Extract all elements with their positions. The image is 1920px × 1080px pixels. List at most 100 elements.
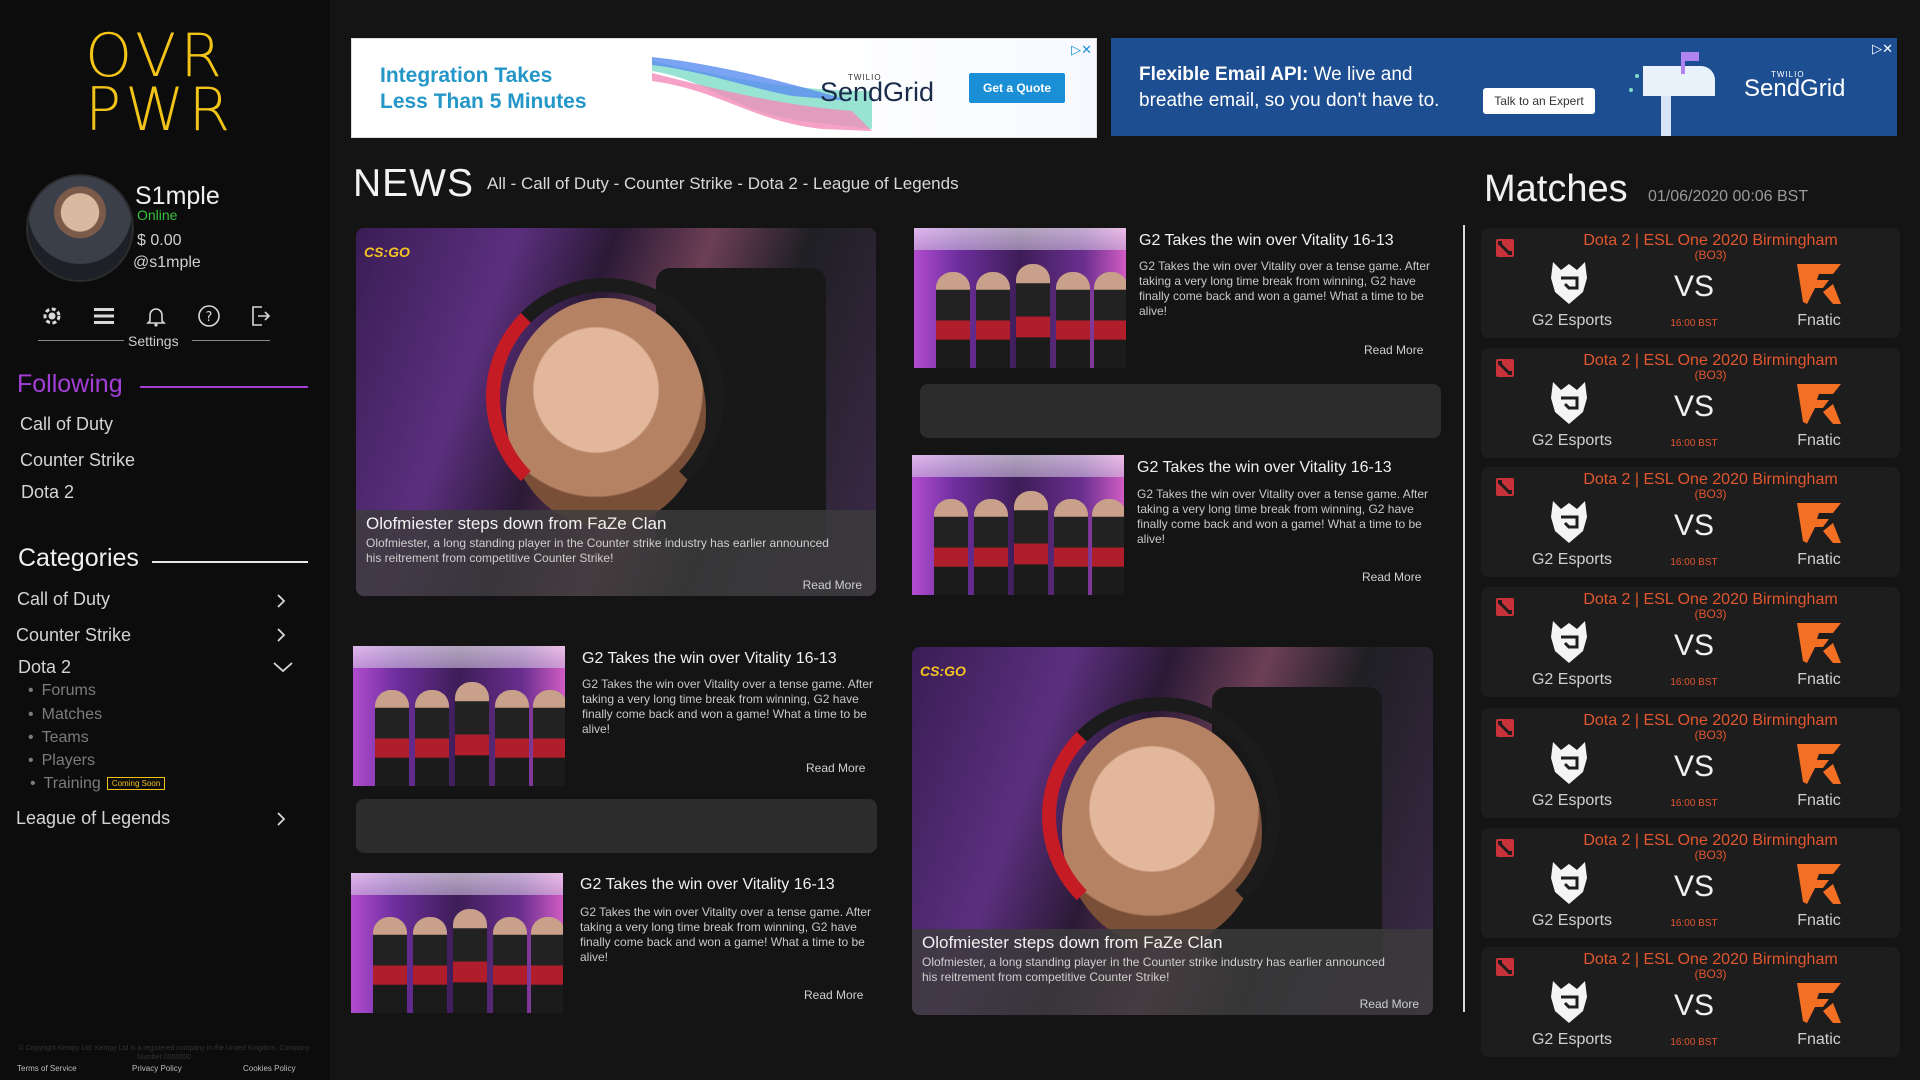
news-filter-call-of-duty[interactable]: Call of Duty bbox=[521, 174, 609, 193]
ad-banner-sendgrid-2[interactable]: ▷✕ Flexible Email API: We live and breat… bbox=[1111, 38, 1897, 136]
team-2-name: Fnatic bbox=[1797, 1031, 1841, 1048]
team-2-name: Fnatic bbox=[1797, 792, 1841, 809]
dota-sub-training[interactable]: Training Coming Soon bbox=[30, 775, 166, 793]
read-more-link[interactable]: Read More bbox=[1362, 570, 1421, 584]
menu-icon[interactable] bbox=[92, 304, 116, 332]
match-card[interactable]: Dota 2 | ESL One 2020 Birmingham (BO3) V… bbox=[1481, 228, 1900, 338]
news-card-title[interactable]: G2 Takes the win over Vitality 16-13 bbox=[1137, 459, 1392, 477]
user-status: Online bbox=[137, 207, 178, 223]
ad-close-icon[interactable]: ▷✕ bbox=[1872, 41, 1893, 57]
match-time: 16:00 BST bbox=[1670, 918, 1718, 929]
read-more-link[interactable]: Read More bbox=[804, 988, 863, 1002]
dota-sub-players[interactable]: Players bbox=[28, 752, 95, 770]
category-league-of-legends[interactable]: League of Legends bbox=[16, 808, 170, 829]
help-icon[interactable]: ? bbox=[197, 304, 221, 332]
category-counter-strike[interactable]: Counter Strike bbox=[16, 625, 131, 646]
category-call-of-duty[interactable]: Call of Duty bbox=[17, 589, 110, 610]
ad-headline-line-2: Less Than 5 Minutes bbox=[380, 90, 587, 113]
news-card-title[interactable]: G2 Takes the win over Vitality 16-13 bbox=[580, 876, 835, 894]
ad-cta-button[interactable]: Talk to an Expert bbox=[1483, 88, 1595, 114]
filter-separator: - bbox=[797, 174, 813, 193]
avatar[interactable] bbox=[26, 174, 134, 282]
news-thumbnail[interactable] bbox=[351, 873, 563, 1013]
match-card[interactable]: Dota 2 | ESL One 2020 Birmingham (BO3) V… bbox=[1481, 348, 1900, 458]
privacy-link[interactable]: Privacy Policy bbox=[132, 1064, 182, 1073]
g2-esports-logo bbox=[1551, 501, 1587, 543]
match-time: 16:00 BST bbox=[1670, 318, 1718, 329]
following-item-call-of-duty[interactable]: Call of Duty bbox=[20, 414, 113, 435]
dota-sub-teams[interactable]: Teams bbox=[28, 729, 89, 747]
read-more-link[interactable]: Read More bbox=[803, 578, 862, 592]
news-thumbnail[interactable] bbox=[914, 228, 1126, 368]
following-item-dota-2[interactable]: Dota 2 bbox=[21, 482, 74, 503]
ad-headline-line-2: breathe email, so you don't have to. bbox=[1139, 90, 1440, 111]
bell-icon[interactable] bbox=[144, 304, 168, 332]
chevron-down-icon[interactable] bbox=[273, 660, 293, 674]
news-card-description: G2 Takes the win over Vitality over a te… bbox=[1137, 487, 1429, 546]
news-filter-dota-2[interactable]: Dota 2 bbox=[748, 174, 798, 193]
headset-shape bbox=[1042, 697, 1280, 935]
chevron-right-icon[interactable] bbox=[274, 594, 288, 608]
player-shape bbox=[413, 917, 447, 1013]
chevron-right-icon[interactable] bbox=[274, 628, 288, 642]
logout-icon[interactable] bbox=[248, 304, 272, 332]
match-card[interactable]: Dota 2 | ESL One 2020 Birmingham (BO3) V… bbox=[1481, 708, 1900, 818]
settings-label: Settings bbox=[128, 333, 179, 349]
player-shape bbox=[453, 909, 487, 1013]
news-filter-league-of-legends[interactable]: League of Legends bbox=[813, 174, 959, 193]
mailbox-icon bbox=[1629, 52, 1715, 136]
ad-headline-rest: We live and bbox=[1308, 64, 1413, 85]
player-shape bbox=[974, 499, 1008, 595]
read-more-link[interactable]: Read More bbox=[806, 761, 865, 775]
fnatic-logo bbox=[1797, 623, 1841, 663]
player-shape bbox=[375, 690, 409, 786]
ad-headline-bold: Flexible Email API: bbox=[1139, 64, 1309, 85]
cookies-link[interactable]: Cookies Policy bbox=[243, 1064, 295, 1073]
fnatic-logo bbox=[1797, 983, 1841, 1023]
player-shape bbox=[495, 690, 529, 786]
news-filter-counter-strike[interactable]: Counter Strike bbox=[624, 174, 733, 193]
news-card-title[interactable]: G2 Takes the win over Vitality 16-13 bbox=[582, 650, 837, 668]
ad-cta-button[interactable]: Get a Quote bbox=[969, 73, 1065, 103]
ovrpwr-logo[interactable]: OVR PWR bbox=[85, 26, 245, 140]
sidebar: OVR PWR S1mple Online $ 0.00 @s1mple ? S… bbox=[0, 0, 330, 1080]
category-dota-2[interactable]: Dota 2 bbox=[18, 657, 71, 678]
team-1-name: G2 Esports bbox=[1531, 792, 1613, 809]
news-thumbnail[interactable] bbox=[353, 646, 565, 786]
copyright-text: © Copyright Kempy Ltd. Kempy Ltd is a re… bbox=[18, 1045, 310, 1061]
ad-close-icon[interactable]: ▷✕ bbox=[1071, 42, 1092, 58]
match-card[interactable]: Dota 2 | ESL One 2020 Birmingham (BO3) V… bbox=[1481, 828, 1900, 938]
match-time: 16:00 BST bbox=[1670, 1037, 1718, 1048]
ad-headline: Flexible Email API: We live and breathe … bbox=[1139, 62, 1439, 114]
dota-sub-matches[interactable]: Matches bbox=[28, 706, 102, 724]
match-card[interactable]: Dota 2 | ESL One 2020 Birmingham (BO3) V… bbox=[1481, 587, 1900, 697]
following-item-counter-strike[interactable]: Counter Strike bbox=[20, 450, 135, 471]
chevron-right-icon[interactable] bbox=[274, 812, 288, 826]
read-more-link[interactable]: Read More bbox=[1360, 997, 1419, 1011]
team-1-name: G2 Esports bbox=[1531, 912, 1613, 929]
versus-label: VS bbox=[1673, 870, 1715, 903]
news-description: Olofmiester, a long standing player in t… bbox=[366, 536, 829, 565]
news-title-text: Olofmiester steps down from FaZe Clan bbox=[922, 933, 1223, 952]
g2-esports-logo bbox=[1551, 262, 1587, 304]
featured-news-card[interactable]: CS:GO Olofmiester steps down from FaZe C… bbox=[356, 228, 876, 596]
featured-news-card[interactable]: CS:GO Olofmiester steps down from FaZe C… bbox=[912, 647, 1433, 1015]
g2-esports-logo bbox=[1551, 742, 1587, 784]
coming-soon-badge: Coming Soon bbox=[106, 777, 166, 791]
headset-shape bbox=[486, 278, 724, 516]
news-thumbnail[interactable] bbox=[912, 455, 1124, 595]
fnatic-logo bbox=[1797, 264, 1841, 304]
categories-heading: Categories bbox=[18, 544, 139, 572]
read-more-link[interactable]: Read More bbox=[1364, 343, 1423, 357]
terms-link[interactable]: Terms of Service bbox=[17, 1064, 77, 1073]
dota-sub-forums[interactable]: Forums bbox=[28, 682, 96, 700]
match-card[interactable]: Dota 2 | ESL One 2020 Birmingham (BO3) V… bbox=[1481, 467, 1900, 577]
news-card-title[interactable]: G2 Takes the win over Vitality 16-13 bbox=[1139, 232, 1394, 250]
gear-icon[interactable] bbox=[40, 304, 64, 332]
news-filter-all[interactable]: All bbox=[487, 174, 506, 193]
team-2-name: Fnatic bbox=[1797, 551, 1841, 568]
team-2-name: Fnatic bbox=[1797, 912, 1841, 929]
ad-banner-sendgrid-1[interactable]: ▷✕ Integration Takes Less Than 5 Minutes… bbox=[351, 38, 1097, 138]
following-rule bbox=[140, 386, 308, 388]
match-card[interactable]: Dota 2 | ESL One 2020 Birmingham (BO3) V… bbox=[1481, 947, 1900, 1057]
